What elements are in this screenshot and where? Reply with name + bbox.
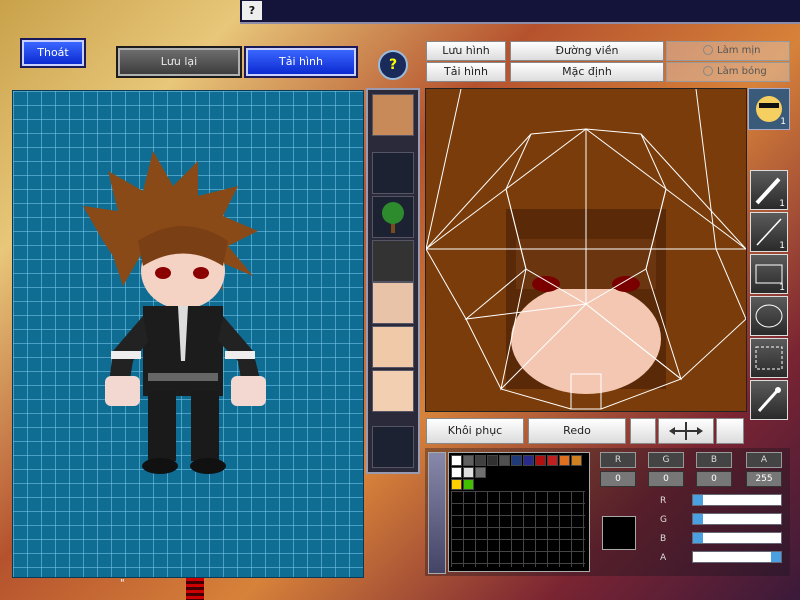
color-swatch[interactable] — [487, 455, 498, 466]
smooth-option[interactable]: Làm mịn — [666, 41, 790, 61]
color-swatch[interactable] — [559, 455, 570, 466]
help-button[interactable]: ? — [378, 50, 408, 80]
drawing-toolbar: 1 1 1 — [750, 170, 788, 435]
part-slot-empty[interactable] — [372, 152, 414, 194]
parts-list — [366, 88, 420, 474]
default-tab[interactable]: Mặc định — [510, 62, 664, 82]
texture-editor-canvas[interactable] — [425, 88, 747, 412]
character-preview-canvas[interactable] — [12, 90, 364, 578]
color-swatch[interactable] — [475, 455, 486, 466]
slider-knob[interactable] — [693, 514, 703, 524]
color-swatch[interactable] — [463, 467, 474, 478]
avatar-badge[interactable]: 1 — [748, 88, 790, 130]
select-tool[interactable] — [750, 338, 788, 378]
footer-mark: " — [120, 578, 125, 589]
slider-labels: R G B A — [660, 496, 667, 563]
character-figure — [83, 151, 266, 474]
color-swatch[interactable] — [475, 467, 486, 478]
alpha-channel-label[interactable]: A — [746, 452, 782, 468]
part-slot-mouth[interactable] — [372, 326, 414, 368]
upload-image-button[interactable]: Tải hình — [246, 48, 356, 76]
color-swatch[interactable] — [451, 479, 462, 490]
marquee-icon — [755, 346, 783, 370]
tree-icon — [382, 202, 404, 233]
empty-swatch-grid[interactable] — [451, 491, 585, 567]
color-swatch[interactable] — [511, 455, 522, 466]
palette-scrollbar[interactable] — [428, 452, 446, 574]
ellipse-icon — [755, 304, 783, 328]
part-slot-skin[interactable] — [372, 370, 414, 412]
blue-value[interactable]: 0 — [696, 471, 732, 487]
color-swatch[interactable] — [463, 479, 474, 490]
redo-button[interactable]: Redo — [528, 418, 626, 444]
move-button[interactable] — [658, 418, 714, 444]
top-bar: ? — [240, 0, 800, 24]
scroll-indicator — [186, 578, 204, 600]
save-button[interactable]: Lưu lại — [118, 48, 240, 76]
outline-tab[interactable]: Đường viền — [510, 41, 664, 61]
eyedropper-icon — [757, 387, 781, 413]
rectangle-tool[interactable]: 1 — [750, 254, 788, 294]
alpha-value[interactable]: 255 — [746, 471, 782, 487]
move-arrows-icon — [669, 422, 703, 440]
part-slot-tree[interactable] — [372, 196, 414, 238]
color-swatch[interactable] — [451, 455, 462, 466]
restore-button[interactable]: Khôi phục — [426, 418, 524, 444]
line-tool[interactable]: 1 — [750, 212, 788, 252]
blue-slider[interactable] — [692, 532, 782, 544]
red-channel-label[interactable]: R — [600, 452, 636, 468]
color-swatch[interactable] — [571, 455, 582, 466]
green-slider[interactable] — [692, 513, 782, 525]
part-slot-eyes[interactable] — [372, 282, 414, 324]
color-swatch[interactable] — [499, 455, 510, 466]
red-value[interactable]: 0 — [600, 471, 636, 487]
expand-button[interactable] — [716, 418, 744, 444]
face-wireframe — [426, 89, 746, 410]
shading-option[interactable]: Làm bóng — [666, 62, 790, 82]
part-slot-empty-2[interactable] — [372, 426, 414, 468]
color-swatch[interactable] — [535, 455, 546, 466]
green-channel-label[interactable]: G — [648, 452, 684, 468]
save-image-tab[interactable]: Lưu hình — [426, 41, 506, 61]
help-icon[interactable]: ? — [242, 1, 262, 20]
eyedropper-tool[interactable] — [750, 380, 788, 420]
slider-knob[interactable] — [693, 533, 703, 543]
slider-knob[interactable] — [771, 552, 781, 562]
radio-icon — [703, 45, 713, 55]
green-value[interactable]: 0 — [648, 471, 684, 487]
part-slot-face[interactable] — [372, 94, 414, 136]
ellipse-tool[interactable] — [750, 296, 788, 336]
alpha-slider[interactable] — [692, 551, 782, 563]
brush-tool[interactable]: 1 — [750, 170, 788, 210]
color-swatch[interactable] — [523, 455, 534, 466]
red-slider[interactable] — [692, 494, 782, 506]
part-slot-body[interactable] — [372, 240, 414, 282]
color-palette[interactable] — [448, 452, 590, 572]
load-image-tab[interactable]: Tải hình — [426, 62, 506, 82]
color-swatch[interactable] — [547, 455, 558, 466]
color-swatch[interactable] — [451, 467, 462, 478]
blue-channel-label[interactable]: B — [696, 452, 732, 468]
exit-button[interactable]: Thoát — [22, 40, 84, 66]
radio-icon — [703, 66, 713, 76]
color-swatch[interactable] — [463, 455, 474, 466]
slider-knob[interactable] — [693, 495, 703, 505]
shrink-button[interactable] — [630, 418, 656, 444]
current-color-preview — [602, 516, 636, 550]
